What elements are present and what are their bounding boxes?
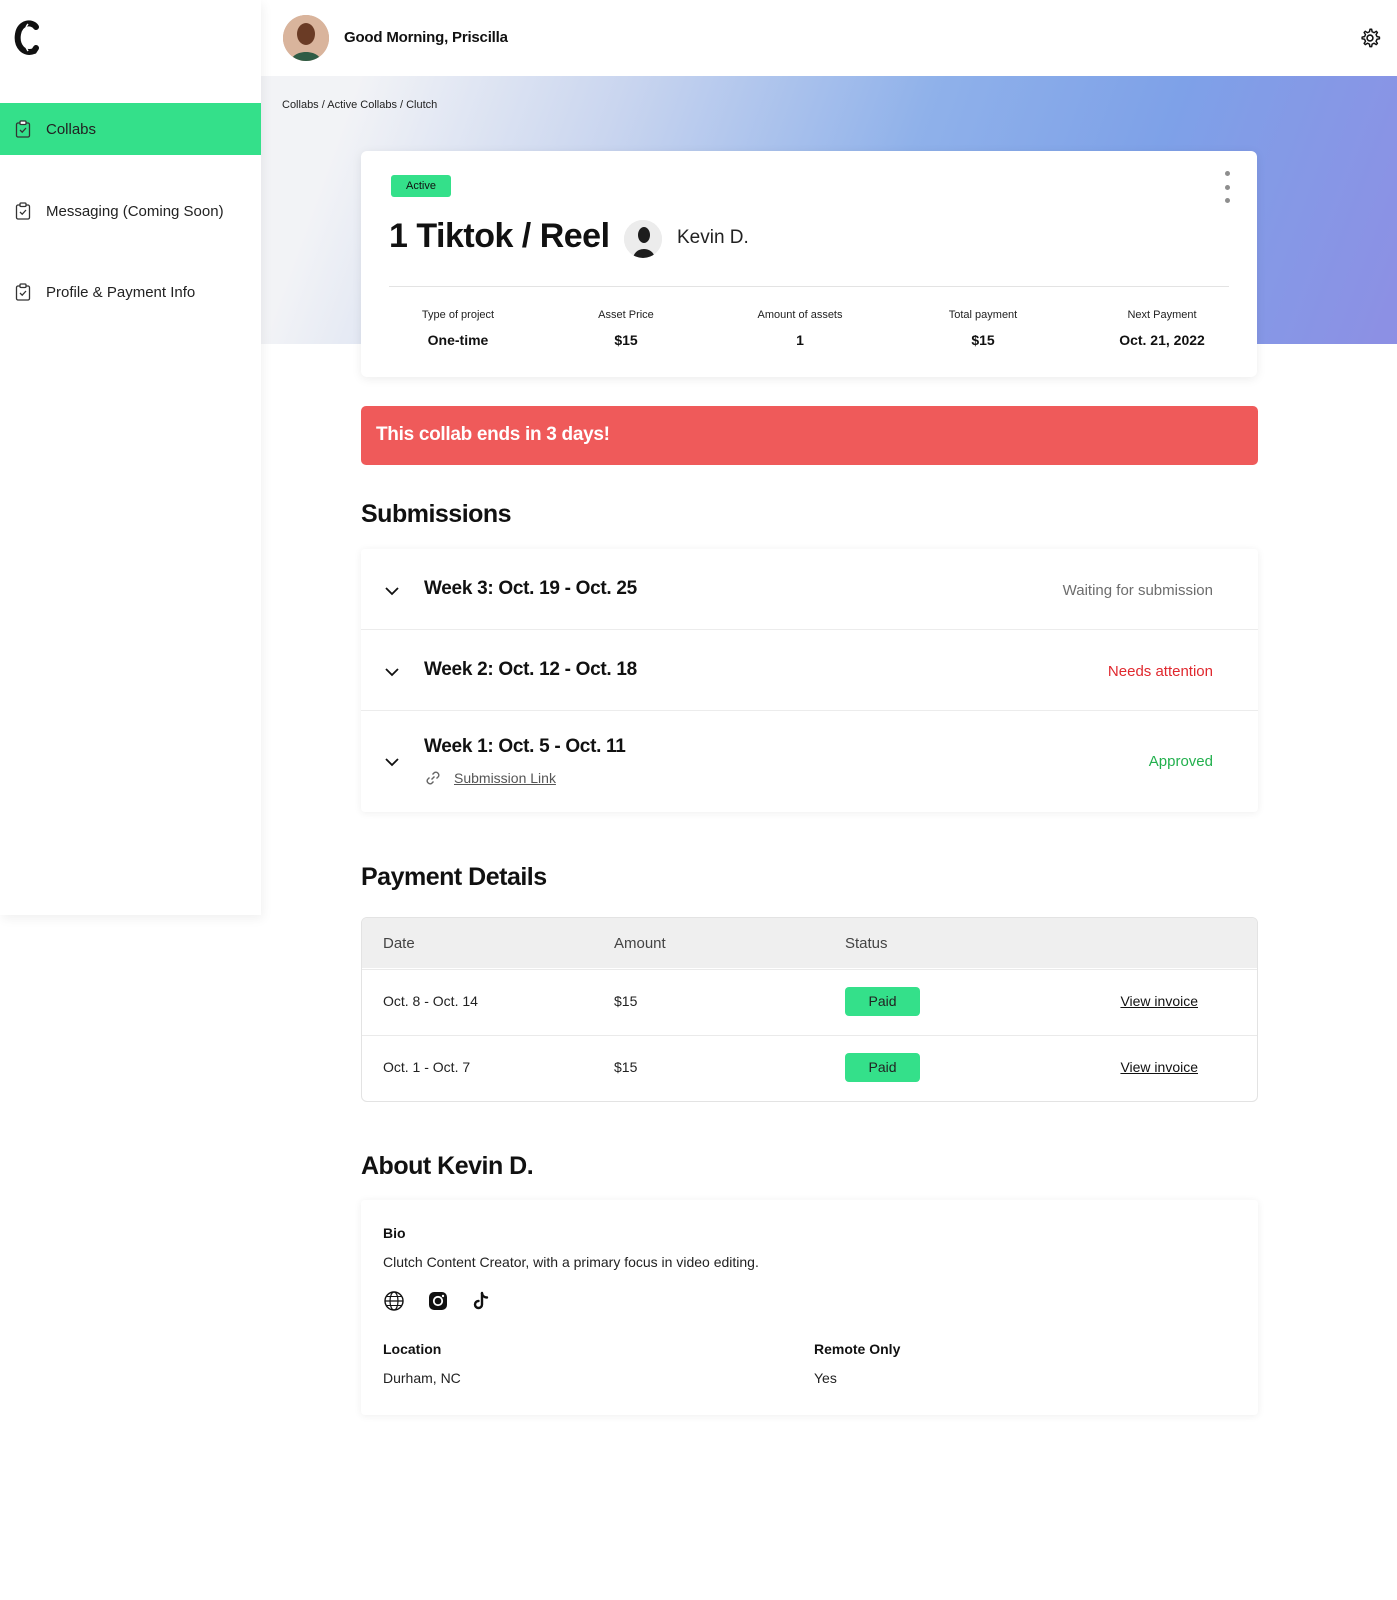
remote-only-label: Remote Only xyxy=(814,1341,901,1357)
logo-icon[interactable] xyxy=(14,18,42,58)
payment-details-title: Payment Details xyxy=(361,863,547,891)
bio-label: Bio xyxy=(383,1225,406,1241)
submission-link[interactable]: Submission Link xyxy=(454,770,556,786)
breadcrumb[interactable]: Collabs / Active Collabs / Clutch xyxy=(282,99,437,111)
sidebar-item-messaging[interactable]: Messaging (Coming Soon) xyxy=(0,185,261,237)
payment-date: Oct. 8 - Oct. 14 xyxy=(383,993,478,1009)
creator-avatar[interactable] xyxy=(624,220,662,258)
chevron-down-icon[interactable] xyxy=(383,666,401,678)
submissions-list: Week 3: Oct. 19 - Oct. 25 Waiting for su… xyxy=(361,549,1258,812)
sidebar-item-label: Profile & Payment Info xyxy=(46,283,196,301)
clipboard-icon xyxy=(15,202,31,220)
creator-avatar-photo xyxy=(624,220,662,258)
chevron-down-icon[interactable] xyxy=(383,756,401,768)
globe-icon[interactable] xyxy=(383,1290,405,1312)
stat-label: Amount of assets xyxy=(757,309,843,321)
bio-text: Clutch Content Creator, with a primary f… xyxy=(383,1254,759,1270)
submissions-title: Submissions xyxy=(361,500,512,528)
creator-name[interactable]: Kevin D. xyxy=(677,227,749,249)
submission-status: Approved xyxy=(1148,753,1213,770)
status-badge: Active xyxy=(391,175,451,197)
gear-icon[interactable] xyxy=(1359,27,1381,49)
stat-type-of-project: Type of project One-time xyxy=(368,309,548,348)
payment-date: Oct. 1 - Oct. 7 xyxy=(383,1059,471,1075)
column-header-date: Date xyxy=(383,935,415,952)
submission-row-week-1[interactable]: Week 1: Oct. 5 - Oct. 11 Submission Link… xyxy=(361,711,1258,812)
submission-status: Needs attention xyxy=(1107,663,1213,680)
submission-week-label: Week 1: Oct. 5 - Oct. 11 xyxy=(424,736,626,757)
submission-week-label: Week 3: Oct. 19 - Oct. 25 xyxy=(424,578,637,599)
collab-title: 1 Tiktok / Reel xyxy=(389,217,610,255)
submission-row-week-3[interactable]: Week 3: Oct. 19 - Oct. 25 Waiting for su… xyxy=(361,549,1258,630)
status-badge: Paid xyxy=(845,987,920,1016)
sidebar-item-label: Collabs xyxy=(46,120,97,138)
sidebar-item-label: Messaging (Coming Soon) xyxy=(46,202,224,220)
chevron-down-icon[interactable] xyxy=(383,585,401,597)
clipboard-icon xyxy=(15,283,31,301)
collab-summary-card: Active 1 Tiktok / Reel Kevin D. Type of … xyxy=(361,151,1257,377)
column-header-amount: Amount xyxy=(614,935,666,952)
column-header-status: Status xyxy=(845,935,888,952)
sidebar: Collabs Messaging (Coming Soon) Profile … xyxy=(0,0,261,915)
sidebar-item-collabs[interactable]: Collabs xyxy=(0,103,261,155)
stat-asset-price: Asset Price $15 xyxy=(536,309,716,348)
view-invoice-link[interactable]: View invoice xyxy=(1120,993,1198,1009)
stat-value: Oct. 21, 2022 xyxy=(1119,332,1205,348)
collab-ending-alert: This collab ends in 3 days! xyxy=(361,406,1258,465)
instagram-icon[interactable] xyxy=(427,1290,449,1312)
status-badge: Paid xyxy=(845,1053,920,1082)
location-label: Location xyxy=(383,1341,442,1357)
payment-table-header: Date Amount Status xyxy=(362,918,1257,968)
sidebar-item-profile-payment[interactable]: Profile & Payment Info xyxy=(0,266,261,318)
divider xyxy=(389,286,1229,287)
submission-row-week-2[interactable]: Week 2: Oct. 12 - Oct. 18 Needs attentio… xyxy=(361,630,1258,711)
payment-amount: $15 xyxy=(614,993,638,1009)
stat-label: Asset Price xyxy=(598,309,654,321)
about-title: About Kevin D. xyxy=(361,1152,534,1180)
more-options-icon[interactable] xyxy=(1223,171,1231,203)
remote-only-value: Yes xyxy=(814,1370,837,1386)
stat-value: One-time xyxy=(427,332,489,348)
table-row: Oct. 1 - Oct. 7 $15 Paid View invoice xyxy=(362,1035,1257,1101)
stat-value: 1 xyxy=(796,332,804,348)
payment-amount: $15 xyxy=(614,1059,638,1075)
payment-table: Date Amount Status Oct. 8 - Oct. 14 $15 … xyxy=(361,917,1258,1102)
stat-total-payment: Total payment $15 xyxy=(893,309,1073,348)
stat-value: $15 xyxy=(971,332,995,348)
location-value: Durham, NC xyxy=(383,1370,461,1386)
about-card: Bio Clutch Content Creator, with a prima… xyxy=(361,1200,1258,1415)
stat-next-payment: Next Payment Oct. 21, 2022 xyxy=(1072,309,1252,348)
avatar-photo xyxy=(283,15,329,61)
stat-label: Next Payment xyxy=(1127,309,1197,321)
stat-label: Total payment xyxy=(948,309,1018,321)
clipboard-icon xyxy=(15,120,31,138)
tiktok-icon[interactable] xyxy=(470,1290,492,1312)
table-row: Oct. 8 - Oct. 14 $15 Paid View invoice xyxy=(362,969,1257,1035)
view-invoice-link[interactable]: View invoice xyxy=(1120,1059,1198,1075)
user-avatar[interactable] xyxy=(283,15,329,61)
stat-value: $15 xyxy=(614,332,638,348)
stat-label: Type of project xyxy=(421,309,495,321)
top-bar: Good Morning, Priscilla xyxy=(261,0,1397,76)
stat-amount-of-assets: Amount of assets 1 xyxy=(710,309,890,348)
link-icon xyxy=(426,771,440,785)
submission-status: Waiting for submission xyxy=(1062,582,1213,599)
submission-week-label: Week 2: Oct. 12 - Oct. 18 xyxy=(424,659,637,680)
greeting-text: Good Morning, Priscilla xyxy=(344,29,508,46)
